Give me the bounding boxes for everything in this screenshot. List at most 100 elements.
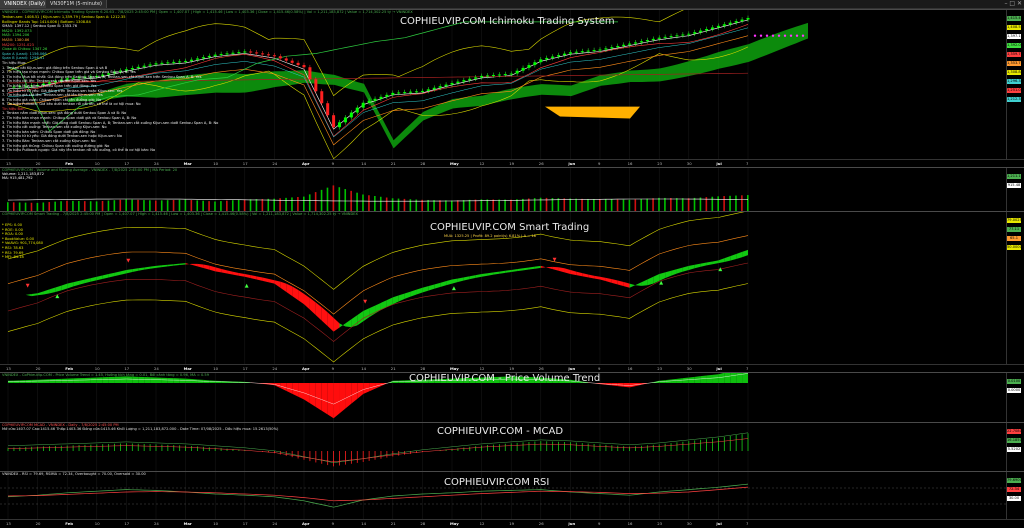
candle	[426, 89, 430, 91]
signal-arrow: ▲	[55, 293, 59, 299]
signal-arrow: ▼	[553, 257, 557, 263]
candle	[746, 17, 750, 20]
trend-ribbon	[161, 264, 168, 268]
pvt-area	[706, 374, 713, 383]
price-tag: 1,392.07	[1007, 43, 1024, 48]
x-tick-label: Apr	[302, 366, 310, 371]
trend-ribbon	[671, 269, 677, 276]
candle	[503, 74, 507, 76]
tab-vnindex-daily[interactable]: VNINDEX (Daily)	[0, 0, 50, 8]
x-tick-label: Mar	[183, 366, 192, 371]
trend-ribbon	[605, 277, 612, 283]
pvt-area	[185, 378, 192, 383]
x-tick-label: 17	[124, 161, 130, 166]
pvt-area	[718, 373, 725, 383]
trend-ribbon	[469, 275, 476, 280]
pvt-area	[132, 376, 139, 383]
candle	[474, 77, 478, 79]
volume-bar	[675, 198, 678, 212]
trend-ribbon	[588, 274, 595, 279]
candle	[545, 57, 549, 60]
x-tick-label: 17	[242, 366, 248, 371]
x-tick-label: 10	[213, 521, 219, 526]
price-tag: 79.6900	[1007, 478, 1022, 483]
signal-dot	[777, 34, 781, 37]
x-tick-label: 9	[331, 161, 335, 166]
trend-ribbon	[682, 265, 689, 272]
x-tick-label: 24	[272, 521, 278, 526]
candle	[663, 36, 667, 38]
x-tick-label: 24	[154, 161, 159, 166]
pvt-area	[150, 377, 156, 383]
x-tick-label: Feb	[65, 521, 73, 526]
price-tag: 1,408.51	[1007, 25, 1024, 30]
pvt-area	[333, 383, 340, 419]
volume-bar	[291, 197, 293, 212]
trend-ribbon	[209, 265, 216, 272]
candle	[657, 37, 661, 39]
trend-ribbon	[333, 317, 340, 332]
x-tick-label: 10	[94, 521, 100, 526]
trend-ribbon	[315, 302, 322, 321]
x-tick-label: Jun	[568, 161, 576, 166]
candle	[432, 87, 436, 90]
pvt-area	[712, 374, 719, 383]
volume-bar	[362, 194, 364, 212]
candle	[710, 27, 714, 30]
volume-bar	[747, 195, 749, 212]
candle	[480, 75, 484, 78]
x-tick-label: 26	[538, 521, 544, 526]
candle	[290, 60, 294, 63]
trend-ribbon	[96, 275, 103, 281]
x-tick-label: 9	[598, 521, 601, 526]
volume-bar	[397, 198, 400, 212]
price-tag: 79.0025	[1007, 218, 1022, 223]
pvt-area	[49, 379, 56, 383]
rsi-watermark: COPHIEUVIP.COM RSI	[444, 477, 550, 488]
x-tick-label: 17	[242, 161, 248, 166]
candle	[705, 29, 709, 31]
x-tick-label: 10	[94, 366, 100, 371]
volume-bar	[356, 192, 358, 212]
candle	[332, 115, 336, 128]
trend-ribbon	[736, 251, 743, 260]
candle	[468, 78, 472, 81]
x-tick-label: 10	[213, 161, 219, 166]
trend-ribbon	[517, 268, 524, 272]
x-tick-label: 12	[479, 161, 485, 166]
candle	[639, 41, 643, 43]
trend-ribbon	[173, 263, 180, 266]
x-tick-label: 26	[538, 161, 544, 166]
x-tick-label: Feb	[65, 366, 73, 371]
trend-ribbon	[25, 294, 32, 297]
rsi-series-line	[7, 483, 749, 508]
trend-ribbon	[292, 286, 299, 301]
tab-vn30f1m-5min[interactable]: VN30F1M (5-minute)	[46, 0, 108, 8]
upper-band	[7, 212, 745, 290]
candle	[225, 53, 229, 55]
volume-bar	[670, 198, 672, 212]
trend-ribbon	[493, 271, 500, 275]
window-controls[interactable]: – □ ✕	[1004, 0, 1022, 8]
pvt-area	[286, 383, 293, 394]
signal-dot	[771, 34, 775, 37]
pvt-area	[688, 376, 695, 383]
trend-ribbon	[694, 263, 701, 269]
pvt-area	[55, 378, 62, 383]
candle	[675, 35, 679, 37]
x-tick-label: 13	[6, 521, 11, 526]
pvt-area	[375, 383, 381, 389]
x-tick-label: 16	[627, 161, 633, 166]
candle	[249, 51, 253, 53]
volume-bar	[681, 198, 684, 212]
pvt-area	[144, 377, 151, 383]
x-tick-label: 7	[746, 521, 749, 526]
tab-bar: VNINDEX (Daily) VN30F1M (5-minute) – □ ✕	[0, 0, 1024, 9]
trend-ribbon	[422, 286, 429, 293]
candle	[403, 92, 407, 94]
candle	[716, 25, 720, 28]
price-tag: 72.34	[1007, 487, 1021, 492]
trend-ribbon	[203, 264, 210, 270]
trend-ribbon	[363, 308, 370, 322]
volume-ma-line	[7, 198, 749, 202]
